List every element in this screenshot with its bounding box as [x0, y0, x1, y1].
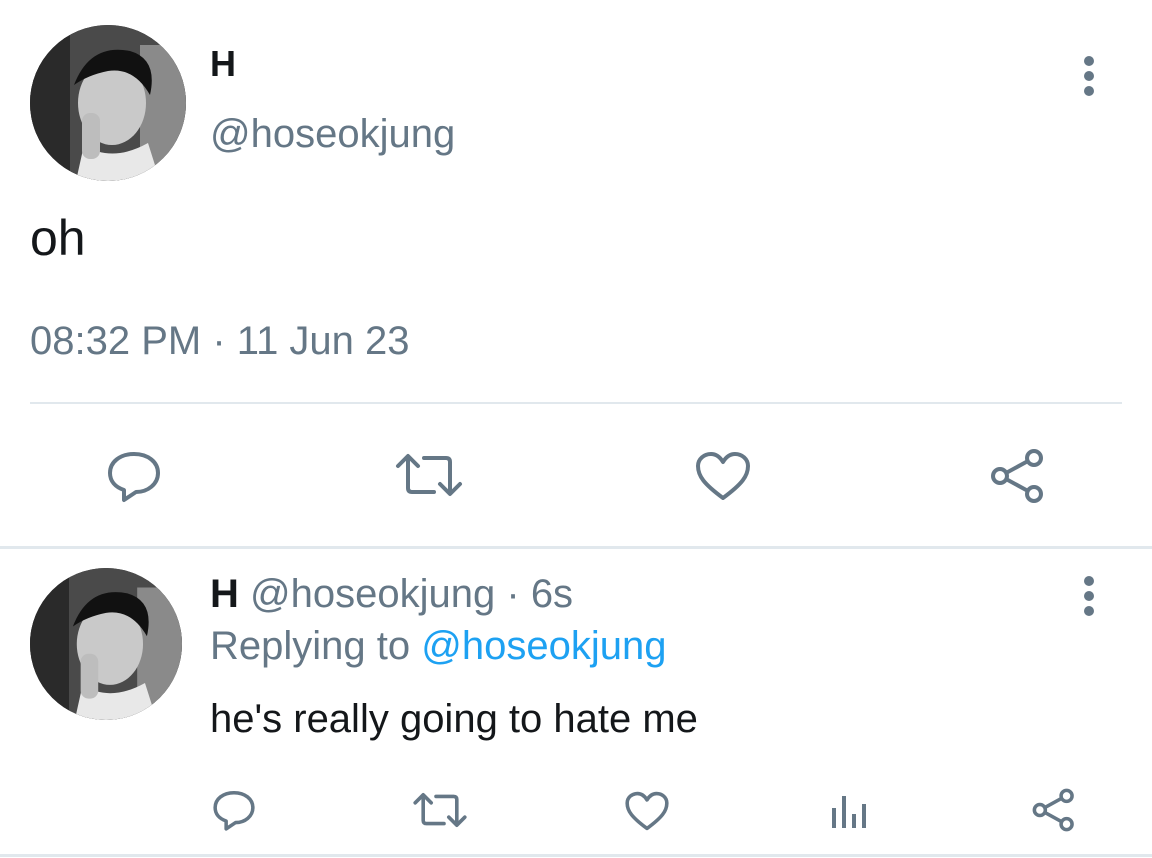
replying-to-label: Replying to	[210, 624, 411, 668]
timestamp-separator: ·	[212, 319, 226, 363]
main-tweet-more-vertical-icon[interactable]	[1074, 54, 1104, 98]
reply-display-name[interactable]: H	[210, 572, 239, 616]
main-tweet-divider	[30, 402, 1122, 404]
replying-to-line: Replying to @hoseokjung	[210, 622, 666, 670]
share-icon[interactable]	[988, 448, 1048, 504]
retweet-icon[interactable]	[394, 450, 464, 500]
reply-age: 6s	[530, 572, 574, 616]
main-tweet-text: oh	[30, 210, 86, 266]
retweet-icon[interactable]	[412, 790, 468, 830]
reply-separator: ·	[506, 572, 520, 616]
replying-to-handle-link[interactable]: @hoseokjung	[421, 624, 666, 668]
bottom-divider	[0, 854, 1152, 857]
tweet-time: 08:32 PM	[30, 319, 202, 363]
tweet-date: 11 Jun 23	[236, 319, 410, 363]
main-tweet-display-name[interactable]: H	[210, 42, 236, 86]
main-tweet-timestamp: 08:32 PM · 11 Jun 23	[30, 316, 410, 366]
share-icon[interactable]	[1030, 788, 1078, 832]
main-tweet-handle[interactable]: @hoseokjung	[210, 110, 455, 158]
reply-tweet-more-vertical-icon[interactable]	[1074, 574, 1104, 618]
main-tweet-avatar[interactable]	[30, 25, 186, 181]
reply-icon[interactable]	[212, 788, 256, 832]
reply-icon[interactable]	[106, 448, 162, 504]
reply-tweet-text: he's really going to hate me	[210, 697, 698, 741]
like-icon[interactable]	[624, 790, 670, 832]
like-icon[interactable]	[694, 450, 752, 502]
reply-tweet-header: H @hoseokjung · 6s	[210, 570, 573, 618]
reply-handle[interactable]: @hoseokjung	[250, 572, 495, 616]
thread-divider	[0, 546, 1152, 549]
analytics-icon[interactable]	[828, 792, 868, 830]
reply-tweet-avatar[interactable]	[30, 568, 182, 720]
